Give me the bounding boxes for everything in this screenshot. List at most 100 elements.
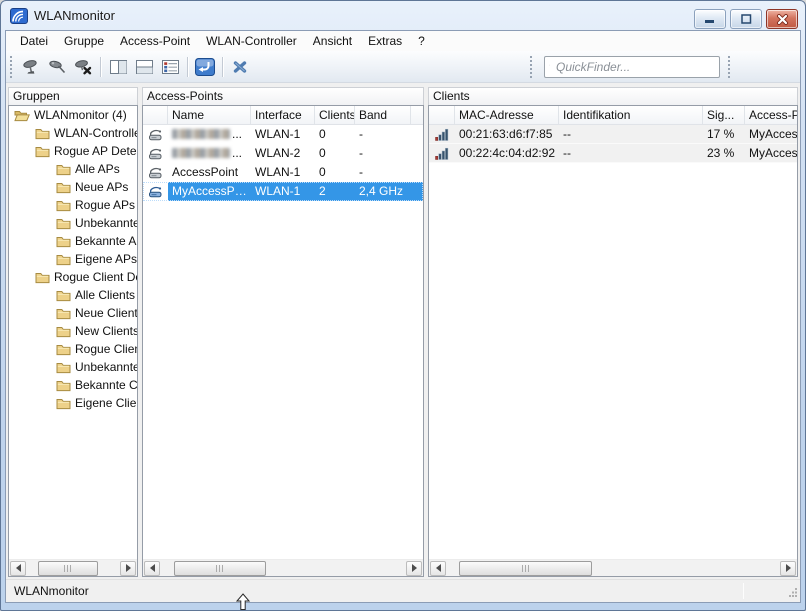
column-header-access-point[interactable]: Access-Point xyxy=(745,106,797,124)
client-row[interactable]: 00:22:4c:04:d2:92--23 %MyAccessPoint xyxy=(429,144,797,163)
tree-item-label: Neue Clients xyxy=(75,306,137,320)
ap-name-cell: ... xyxy=(168,144,251,163)
tree-item-neue-aps[interactable]: Neue APs xyxy=(9,178,137,196)
tree-item-wlan-controller[interactable]: WLAN-Controller xyxy=(9,124,137,142)
column-header-name[interactable]: Name xyxy=(168,106,251,124)
quickfinder-toolbar-grip[interactable] xyxy=(530,56,535,78)
tree-item-label: Eigene APs xyxy=(75,252,137,266)
scroll-right-button[interactable] xyxy=(780,561,796,576)
access-point-icon xyxy=(148,147,164,161)
folder-icon xyxy=(56,325,71,338)
view-split-horizontal-button[interactable] xyxy=(131,54,157,80)
tree-item-rogue-client-detection[interactable]: Rogue Client Detection xyxy=(9,268,137,286)
access-point-probe-button[interactable] xyxy=(44,54,70,80)
menu-bar: DateiGruppeAccess-PointWLAN-ControllerAn… xyxy=(6,31,800,51)
access-point-row[interactable]: AccessPointWLAN-10- xyxy=(143,163,423,182)
redacted-name xyxy=(172,148,230,158)
folder-icon xyxy=(56,379,71,392)
ap-name-cell: ... xyxy=(168,125,251,144)
ap-band-cell: - xyxy=(355,125,411,144)
resize-grip[interactable] xyxy=(788,586,798,600)
client-mac-cell: 00:22:4c:04:d2:92 xyxy=(455,144,559,163)
scrollbar-thumb[interactable] xyxy=(174,561,266,576)
scroll-right-icon xyxy=(786,564,791,572)
tree-item-bekannte-clients[interactable]: Bekannte Clients xyxy=(9,376,137,394)
ap-band-cell: 2,4 GHz xyxy=(355,182,411,201)
tree-item-alle-clients[interactable]: Alle Clients xyxy=(9,286,137,304)
tree-item-unbekannte-clients[interactable]: Unbekannte Clients xyxy=(9,358,137,376)
minimize-button[interactable] xyxy=(694,9,726,29)
menu-help[interactable]: ? xyxy=(410,31,433,51)
access-points-horizontal-scrollbar[interactable] xyxy=(143,559,423,576)
tree-item-wlanmonitor-4[interactable]: WLANmonitor (4) xyxy=(9,106,137,124)
tree-item-new-clients[interactable]: New Clients xyxy=(9,322,137,340)
tree-item-label: Unbekannte Clients xyxy=(75,360,137,374)
scroll-left-icon xyxy=(150,564,155,572)
title-bar[interactable]: WLANmonitor xyxy=(1,1,805,30)
app-logo-icon xyxy=(10,8,28,24)
column-header-identifikation[interactable]: Identifikation xyxy=(559,106,703,124)
column-header-empty[interactable] xyxy=(143,106,168,124)
gruppen-horizontal-scrollbar[interactable] xyxy=(9,559,137,576)
menu-datei[interactable]: Datei xyxy=(12,31,56,51)
folder-icon xyxy=(56,163,71,176)
menu-extras[interactable]: Extras xyxy=(360,31,410,51)
scrollbar-thumb[interactable] xyxy=(459,561,592,576)
toolbar-separator xyxy=(187,57,188,77)
tree-item-label: Alle Clients xyxy=(75,288,135,302)
scroll-left-button[interactable] xyxy=(10,561,26,576)
scroll-left-button[interactable] xyxy=(430,561,446,576)
tree-item-neue-clients[interactable]: Neue Clients xyxy=(9,304,137,322)
tree-item-rogue-clients[interactable]: Rogue Clients xyxy=(9,340,137,358)
view-details-button[interactable] xyxy=(157,54,183,80)
access-point-icon xyxy=(148,185,164,199)
tree-item-rogue-ap-detection[interactable]: Rogue AP Detection xyxy=(9,142,137,160)
scroll-right-button[interactable] xyxy=(120,561,136,576)
column-header-sig[interactable]: Sig... xyxy=(703,106,745,124)
access-point-row[interactable]: ...WLAN-10- xyxy=(143,125,423,144)
tree-item-rogue-aps[interactable]: Rogue APs xyxy=(9,196,137,214)
quickfinder-input[interactable] xyxy=(554,59,715,75)
ap-interface-cell: WLAN-1 xyxy=(251,125,315,144)
tree-item-eigene-clients[interactable]: Eigene Clients xyxy=(9,394,137,412)
folder-icon xyxy=(56,217,71,230)
column-header-interface[interactable]: Interface xyxy=(251,106,315,124)
tree-item-unbekannte-aps[interactable]: Unbekannte APs xyxy=(9,214,137,232)
disconnect-icon xyxy=(232,60,248,74)
folder-icon xyxy=(35,271,50,284)
menu-wlan-controller[interactable]: WLAN-Controller xyxy=(198,31,305,51)
access-point-row[interactable]: ...WLAN-20- xyxy=(143,144,423,163)
scroll-left-icon xyxy=(16,564,21,572)
toolbar-grip[interactable] xyxy=(10,56,15,78)
scroll-left-button[interactable] xyxy=(144,561,160,576)
access-point-antenna-button[interactable] xyxy=(18,54,44,80)
close-button[interactable] xyxy=(766,9,798,29)
column-header-empty[interactable] xyxy=(411,106,423,124)
access-point-row[interactable]: MyAccessPointWLAN-122,4 GHz xyxy=(143,182,423,201)
clients-horizontal-scrollbar[interactable] xyxy=(429,559,797,576)
access-points-list-view: NameInterfaceClientsBand ...WLAN-10-...W… xyxy=(142,105,424,577)
column-header-clients[interactable]: Clients xyxy=(315,106,355,124)
view-split-vertical-button[interactable] xyxy=(105,54,131,80)
tree-item-eigene-aps[interactable]: Eigene APs xyxy=(9,250,137,268)
scroll-right-button[interactable] xyxy=(406,561,422,576)
scrollbar-thumb[interactable] xyxy=(38,561,98,576)
maximize-button[interactable] xyxy=(730,9,762,29)
menu-gruppe[interactable]: Gruppe xyxy=(56,31,112,51)
menu-ansicht[interactable]: Ansicht xyxy=(305,31,360,51)
tree-item-label: Alle APs xyxy=(75,162,120,176)
client-row[interactable]: 00:21:63:d6:f7:85--17 %MyAccessPoint xyxy=(429,125,797,144)
work-area: Gruppen WLANmonitor (4)WLAN-ControllerRo… xyxy=(6,83,800,579)
column-header-band[interactable]: Band xyxy=(355,106,411,124)
quickfinder-toolbar xyxy=(526,51,736,82)
disconnect-button[interactable] xyxy=(227,54,253,80)
toolbar-grip[interactable] xyxy=(728,56,733,78)
column-header-empty[interactable] xyxy=(429,106,455,124)
access-point-remove-button[interactable] xyxy=(70,54,96,80)
column-header-mac-adresse[interactable]: MAC-Adresse xyxy=(455,106,559,124)
tree-item-alle-aps[interactable]: Alle APs xyxy=(9,160,137,178)
signal-strength-icon xyxy=(429,125,455,144)
tree-item-bekannte-aps[interactable]: Bekannte APs xyxy=(9,232,137,250)
menu-access-point[interactable]: Access-Point xyxy=(112,31,198,51)
wlan-controller-window-button[interactable] xyxy=(192,54,218,80)
